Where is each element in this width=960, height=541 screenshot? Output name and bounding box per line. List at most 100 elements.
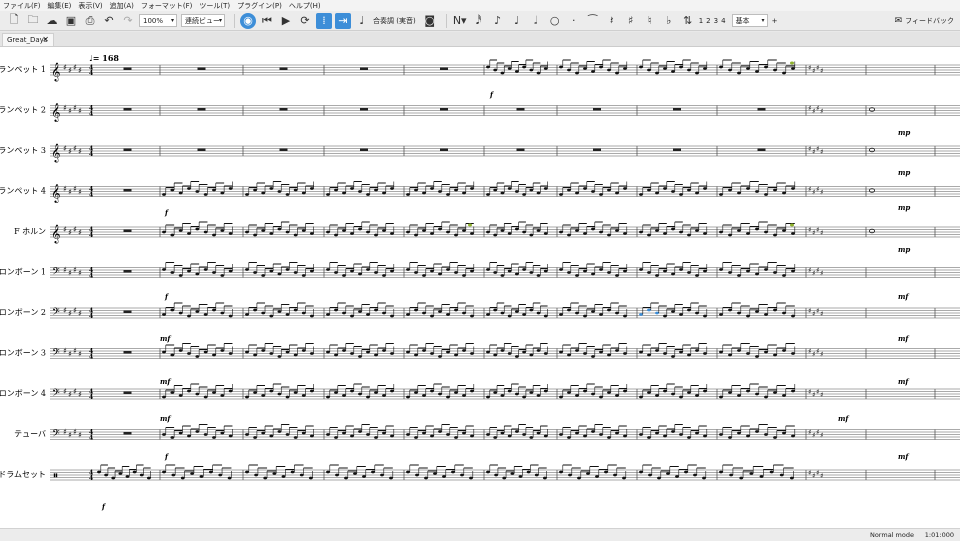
quarter-note-icon[interactable]: ♩	[509, 13, 525, 29]
pan-score-icon[interactable]: ♩	[354, 13, 370, 29]
note-head	[591, 70, 595, 73]
play-icon[interactable]: ▶	[278, 13, 294, 29]
note-head	[203, 433, 208, 436]
voice-3[interactable]: 3	[714, 17, 718, 25]
undo-icon[interactable]: ↶	[101, 13, 117, 29]
key-change-sharp: ♯	[812, 148, 815, 156]
playback-toggle-icon[interactable]: ◉	[240, 12, 256, 29]
score-canvas[interactable]: ♩= 168トランペット 1𝄞♯♯♯♯44♯♯♯♯トランペット 2𝄞♯♯♯♯44…	[0, 47, 960, 528]
half-note-icon[interactable]: 𝅗𝅥	[528, 13, 544, 29]
menu-item-4[interactable]: フォーマット(F)	[141, 1, 193, 11]
menu-item-1[interactable]: 編集(E)	[48, 1, 72, 11]
note-head	[285, 230, 290, 234]
note-head	[254, 473, 259, 477]
note-head	[245, 395, 249, 399]
metronome-icon[interactable]: ⁞	[316, 12, 332, 29]
note-head	[607, 188, 611, 192]
whole-rest	[123, 108, 132, 111]
key-signature-sharp: ♯	[73, 185, 77, 194]
concert-pitch-toggle[interactable]: 合奏調 (実音)	[373, 16, 416, 26]
image-capture-icon[interactable]: ◙	[422, 13, 438, 29]
note-head	[438, 392, 442, 396]
menu-item-2[interactable]: 表示(V)	[78, 1, 102, 11]
tab-score[interactable]: Great_Days ✕	[2, 33, 54, 46]
eighth-note-icon[interactable]: ♪	[490, 13, 506, 29]
note-head	[719, 470, 723, 474]
key-change-sharp: ♯	[812, 229, 815, 237]
menu-item-5[interactable]: ツール(T)	[199, 1, 230, 11]
flat-icon[interactable]: ♭	[661, 13, 677, 29]
score-sheet[interactable]: ♩= 168トランペット 1𝄞♯♯♯♯44♯♯♯♯トランペット 2𝄞♯♯♯♯44…	[0, 47, 960, 528]
add-workspace-button[interactable]: +	[772, 17, 778, 25]
menu-item-0[interactable]: ファイル(F)	[3, 1, 41, 11]
note-head	[615, 229, 619, 232]
note-head	[299, 473, 304, 477]
menu-item-7[interactable]: ヘルプ(H)	[289, 1, 321, 11]
note-head	[514, 190, 519, 193]
sixtyfourth-note-icon[interactable]: 𝅘𝅥𝅰	[471, 13, 487, 29]
voice-1[interactable]: 1	[699, 17, 703, 25]
note-head	[529, 233, 534, 237]
view-mode-select[interactable]: 連続ビュー ▾	[181, 14, 225, 27]
note-head	[454, 188, 458, 192]
note-head	[789, 476, 794, 480]
note-head	[269, 187, 274, 190]
note-head	[212, 233, 216, 237]
flip-direction-icon[interactable]: ⇅	[680, 13, 696, 29]
loop-icon[interactable]: ⟳	[297, 13, 313, 29]
dot-icon[interactable]: ·	[566, 13, 582, 29]
note-head	[253, 436, 258, 439]
key-change-sharp: ♯	[820, 270, 823, 278]
whole-rest	[123, 351, 132, 354]
note-head	[559, 268, 563, 271]
voice-4[interactable]: 4	[721, 17, 725, 25]
workspace-select[interactable]: 基本 ▾	[731, 14, 768, 27]
note-head	[342, 191, 346, 195]
rewind-icon[interactable]: ⏮	[259, 13, 275, 29]
menu-item-3[interactable]: 追加(A)	[110, 1, 134, 11]
upload-icon[interactable]: ☁	[44, 13, 60, 29]
new-file-icon[interactable]: 🗋	[6, 13, 22, 29]
note-head	[599, 433, 603, 436]
tie-icon[interactable]: ⁀	[585, 13, 601, 29]
menu-item-6[interactable]: プラグイン(P)	[237, 1, 282, 11]
print-icon[interactable]: ⎙	[82, 13, 98, 29]
zoom-select[interactable]: 100% ▾	[139, 14, 177, 27]
note-head	[220, 229, 225, 232]
note-head	[746, 389, 750, 393]
feedback-button[interactable]: ✉ フィードバック	[895, 11, 954, 31]
save-icon[interactable]: ▣	[63, 13, 79, 29]
note-head	[536, 71, 541, 75]
redo-icon[interactable]: ↷	[120, 13, 136, 29]
note-input-icon[interactable]: N▾	[452, 13, 468, 29]
note-head	[522, 193, 527, 196]
note-head	[514, 227, 519, 231]
note-head	[529, 68, 534, 72]
note-head	[406, 395, 410, 399]
open-folder-icon[interactable]: 🗀	[25, 13, 41, 29]
close-icon[interactable]: ✕	[42, 35, 49, 44]
note-head	[366, 230, 370, 234]
natural-icon[interactable]: ♮	[642, 13, 658, 29]
count-in-icon[interactable]: ⇥	[335, 12, 351, 29]
key-signature-sharp: ♯	[73, 428, 77, 437]
instrument-name: トロンボーン 3	[0, 349, 46, 358]
note-head	[170, 271, 175, 274]
key-signature-sharp: ♯	[73, 347, 77, 356]
dynamic-trombone-3: mf	[160, 377, 172, 386]
dynamic-drums: f	[101, 502, 107, 511]
note-head	[118, 472, 123, 475]
mail-icon: ✉	[894, 16, 903, 26]
note-head	[663, 352, 667, 355]
sharp-icon[interactable]: ♯	[623, 13, 639, 29]
rest-icon[interactable]: 𝄽	[604, 13, 620, 29]
note-head	[422, 274, 426, 277]
dynamic-trombone-2-late: mf	[898, 334, 910, 343]
whole-note-icon[interactable]: ○	[547, 13, 563, 29]
voice-2[interactable]: 2	[706, 17, 710, 25]
note-head	[639, 395, 643, 399]
note-head	[613, 473, 617, 477]
note-head	[655, 394, 659, 397]
whole-rest	[360, 108, 368, 111]
key-change-sharp: ♯	[812, 67, 815, 75]
